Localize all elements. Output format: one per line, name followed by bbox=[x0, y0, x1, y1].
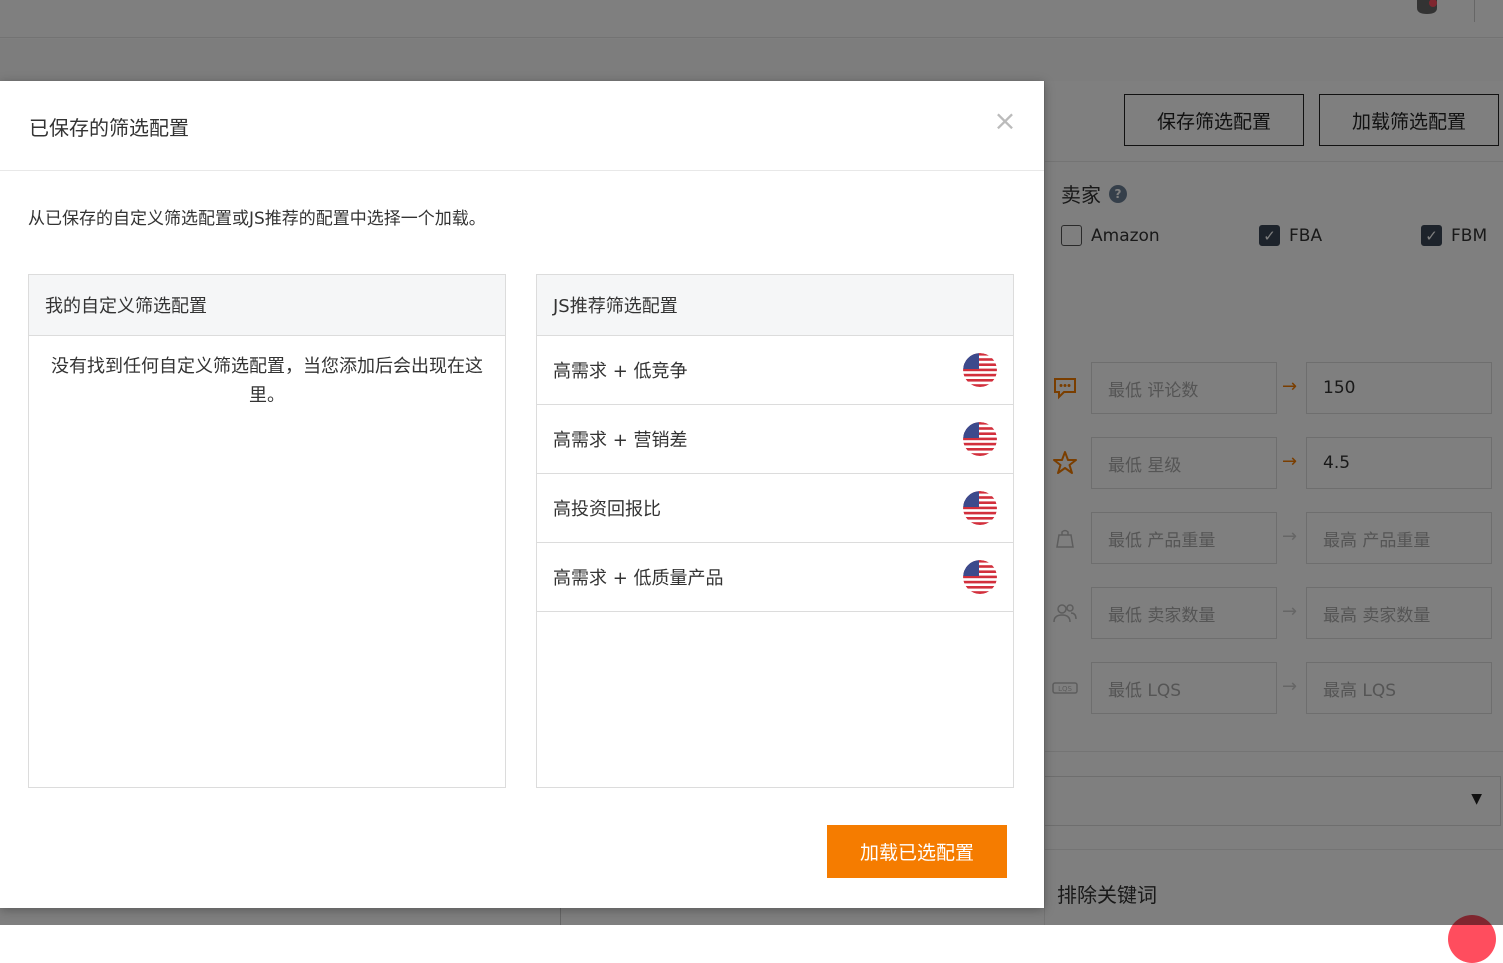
custom-filters-panel: 我的自定义筛选配置 没有找到任何自定义筛选配置，当您添加后会出现在这里。 bbox=[28, 274, 506, 788]
recommended-item[interactable]: 高需求 + 营销差 bbox=[537, 405, 1013, 474]
recommended-filters-header: JS推荐筛选配置 bbox=[537, 275, 1013, 336]
us-flag-icon bbox=[963, 560, 997, 594]
recommended-item-label: 高需求 + 低质量产品 bbox=[553, 568, 724, 589]
saved-filters-modal: 已保存的筛选配置 × 从已保存的自定义筛选配置或JS推荐的配置中选择一个加载。 … bbox=[0, 81, 1044, 908]
us-flag-icon bbox=[963, 422, 997, 456]
recommended-filters-panel: JS推荐筛选配置 高需求 + 低竞争 高需求 + 营销差 高投资回报比 高需求 … bbox=[536, 274, 1014, 788]
us-flag-icon bbox=[963, 491, 997, 525]
recommended-item-label: 高投资回报比 bbox=[553, 499, 661, 520]
custom-filters-header: 我的自定义筛选配置 bbox=[29, 275, 505, 336]
recommended-item[interactable]: 高投资回报比 bbox=[537, 474, 1013, 543]
recommended-item[interactable]: 高需求 + 低竞争 bbox=[537, 336, 1013, 405]
recommended-item-label: 高需求 + 低竞争 bbox=[553, 361, 688, 382]
load-selected-button[interactable]: 加载已选配置 bbox=[827, 825, 1007, 878]
recommended-item[interactable]: 高需求 + 低质量产品 bbox=[537, 543, 1013, 612]
modal-title: 已保存的筛选配置 bbox=[29, 116, 189, 140]
modal-description: 从已保存的自定义筛选配置或JS推荐的配置中选择一个加载。 bbox=[28, 209, 486, 229]
us-flag-icon bbox=[963, 353, 997, 387]
empty-state-text: 没有找到任何自定义筛选配置，当您添加后会出现在这里。 bbox=[51, 356, 483, 406]
close-icon[interactable]: × bbox=[992, 107, 1018, 135]
modal-header: 已保存的筛选配置 × bbox=[0, 81, 1044, 171]
recommended-item-label: 高需求 + 营销差 bbox=[553, 430, 688, 451]
